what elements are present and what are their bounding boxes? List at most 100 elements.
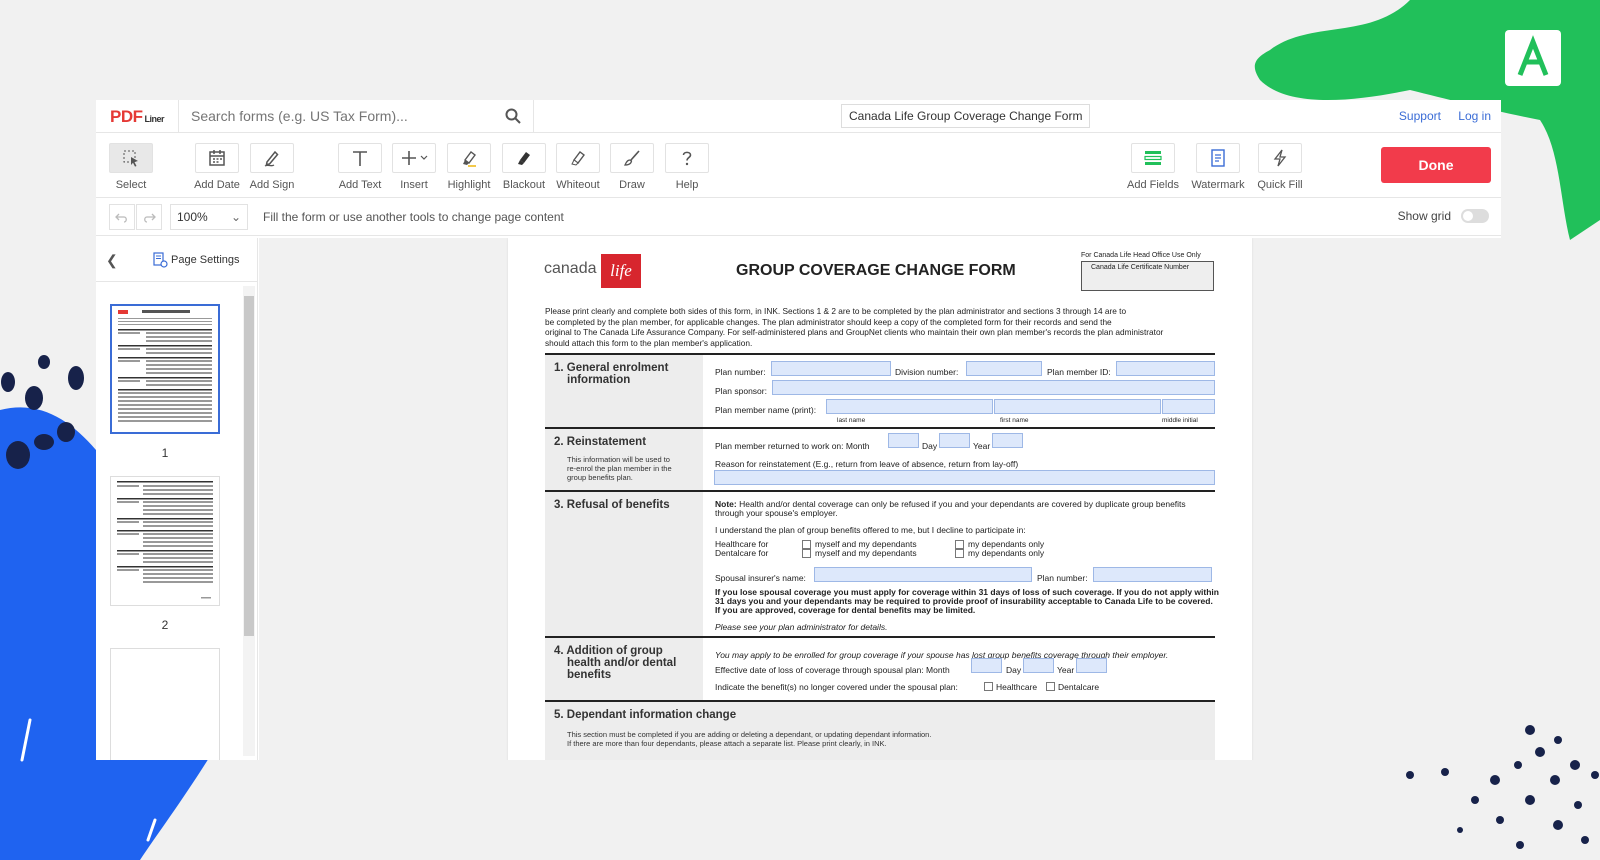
add-date-label: Add Date bbox=[194, 179, 240, 191]
chevron-left-icon[interactable]: ❮ bbox=[106, 252, 118, 269]
insert-tool[interactable]: Insert bbox=[386, 143, 442, 191]
pdfliner-logo[interactable]: PDF Liner bbox=[110, 107, 165, 127]
brush-icon bbox=[623, 150, 640, 166]
first-name-caption: first name bbox=[1000, 417, 1029, 424]
watermark-tool[interactable]: Watermark bbox=[1190, 143, 1246, 191]
health-myself-checkbox[interactable] bbox=[802, 540, 811, 549]
zoom-value: 100% bbox=[177, 210, 208, 224]
support-link[interactable]: Support bbox=[1399, 109, 1441, 123]
spousal-plan-number-field[interactable] bbox=[1093, 567, 1212, 582]
section-title: 4. Addition of group health and/or denta… bbox=[554, 645, 676, 681]
office-use-label: For Canada Life Head Office Use Only bbox=[1081, 252, 1201, 259]
return-day-field[interactable] bbox=[939, 433, 970, 448]
loss-month-field[interactable] bbox=[971, 658, 1002, 673]
logo-subtext: Liner bbox=[144, 114, 165, 124]
division-number-field[interactable] bbox=[966, 361, 1042, 376]
dentalcare-checkbox[interactable] bbox=[1046, 682, 1055, 691]
login-link[interactable]: Log in bbox=[1458, 109, 1491, 123]
plan-sponsor-field[interactable] bbox=[772, 380, 1215, 395]
middle-initial-field[interactable] bbox=[1162, 399, 1215, 414]
plan-number-field[interactable] bbox=[771, 361, 891, 376]
add-text-label: Add Text bbox=[338, 179, 382, 191]
page-thumbnail-1[interactable] bbox=[110, 304, 220, 434]
add-fields-tool[interactable]: Add Fields bbox=[1125, 143, 1181, 191]
search-input[interactable] bbox=[179, 100, 489, 131]
add-sign-tool[interactable]: Add Sign bbox=[244, 143, 300, 191]
page-settings-button[interactable]: Page Settings bbox=[152, 252, 240, 268]
search-icon[interactable] bbox=[505, 108, 521, 124]
draw-tool[interactable]: Draw bbox=[604, 143, 660, 191]
whiteout-label: Whiteout bbox=[556, 179, 600, 191]
pdf-page: canada life GROUP COVERAGE CHANGE FORM F… bbox=[508, 238, 1252, 760]
note-line: group benefits plan. bbox=[567, 473, 633, 482]
section-title: 1. General enrolment information bbox=[554, 362, 668, 386]
section-dependant-change: 5. Dependant information change This sec… bbox=[545, 700, 1215, 760]
spousal-insurer-field[interactable] bbox=[814, 567, 1032, 582]
health-deps-checkbox[interactable] bbox=[955, 540, 964, 549]
section-title-line: 1. General enrolment bbox=[554, 362, 669, 374]
reason-label: Reason for reinstatement (E.g., return f… bbox=[715, 459, 1019, 469]
section-title-line: 4. Addition of group bbox=[554, 645, 663, 657]
division-number-label: Division number: bbox=[895, 367, 959, 377]
section-title: 5. Dependant information change bbox=[554, 709, 737, 721]
page-settings-icon bbox=[153, 252, 168, 268]
dental-deps-checkbox[interactable] bbox=[955, 549, 964, 558]
add-sign-label: Add Sign bbox=[249, 179, 295, 191]
add-date-tool[interactable]: Add Date bbox=[189, 143, 245, 191]
loss-day-field[interactable] bbox=[1023, 658, 1054, 673]
app-window: PDFLiner Canada Life Group Coverage Chan… bbox=[96, 100, 1501, 760]
sidebar-scrollbar[interactable] bbox=[243, 286, 255, 756]
return-month-field[interactable] bbox=[888, 433, 919, 448]
blackout-tool[interactable]: Blackout bbox=[496, 143, 552, 191]
text-icon bbox=[353, 151, 367, 166]
understand-text: I understand the plan of group benefits … bbox=[715, 525, 1026, 535]
certificate-number-box[interactable]: Canada Life Certificate Number bbox=[1081, 261, 1214, 291]
undo-button[interactable] bbox=[109, 204, 135, 230]
healthcare-checkbox[interactable] bbox=[984, 682, 993, 691]
add-text-tool[interactable]: Add Text bbox=[332, 143, 388, 191]
show-grid-toggle[interactable] bbox=[1461, 209, 1489, 223]
page-number-2: 2 bbox=[161, 618, 169, 632]
brand-life-badge: life bbox=[601, 254, 641, 288]
sidebar-header: ❮ Page Settings bbox=[96, 238, 257, 282]
page-thumbnail-3[interactable] bbox=[110, 648, 220, 760]
page-settings-label: Page Settings bbox=[171, 254, 240, 266]
quick-fill-tool[interactable]: Quick Fill bbox=[1252, 143, 1308, 191]
return-year-field[interactable] bbox=[992, 433, 1023, 448]
redo-button[interactable] bbox=[136, 204, 162, 230]
scrollbar-thumb[interactable] bbox=[244, 296, 254, 636]
zoom-select[interactable]: 100% ⌄ bbox=[170, 204, 248, 230]
highlight-tool[interactable]: Highlight bbox=[441, 143, 497, 191]
last-name-field[interactable] bbox=[826, 399, 993, 414]
first-name-field[interactable] bbox=[994, 399, 1161, 414]
blackout-label: Blackout bbox=[502, 179, 546, 191]
loss-year-field[interactable] bbox=[1076, 658, 1107, 673]
plus-dropdown-icon bbox=[402, 151, 428, 165]
option-label: my dependants only bbox=[968, 548, 1045, 558]
calendar-icon bbox=[209, 150, 225, 166]
warning-line: If you are approved, coverage for dental… bbox=[715, 605, 976, 615]
member-id-field[interactable] bbox=[1116, 361, 1215, 376]
whiteout-tool[interactable]: Whiteout bbox=[550, 143, 606, 191]
intro-line: should attach this form to the plan memb… bbox=[545, 337, 753, 348]
help-tool[interactable]: Help bbox=[659, 143, 715, 191]
redo-icon bbox=[144, 213, 156, 223]
year-label: Year bbox=[973, 441, 991, 451]
dental-myself-checkbox[interactable] bbox=[802, 549, 811, 558]
reason-field[interactable] bbox=[714, 470, 1215, 485]
canada-life-logo: canada bbox=[544, 260, 597, 278]
show-grid-label: Show grid bbox=[1397, 209, 1451, 223]
page-thumbnail-2[interactable] bbox=[110, 476, 220, 606]
blackout-icon bbox=[518, 152, 530, 165]
select-label: Select bbox=[115, 179, 147, 191]
show-grid-control: Show grid bbox=[1398, 209, 1489, 223]
select-tool[interactable]: Select bbox=[103, 143, 159, 191]
dependants-options: my dependants only my dependants only bbox=[968, 540, 1044, 558]
done-button[interactable]: Done bbox=[1381, 147, 1491, 183]
note-line: If there are more than four dependants, … bbox=[567, 739, 887, 748]
spousal-warning: If you lose spousal coverage you must ap… bbox=[715, 588, 1219, 615]
section-title-line: information bbox=[567, 374, 631, 386]
myself-options: myself and my dependants myself and my d… bbox=[815, 540, 917, 558]
see-admin-text: Please see your plan administrator for d… bbox=[715, 622, 888, 632]
section-general-enrolment: 1. General enrolment information Plan nu… bbox=[545, 353, 1215, 427]
